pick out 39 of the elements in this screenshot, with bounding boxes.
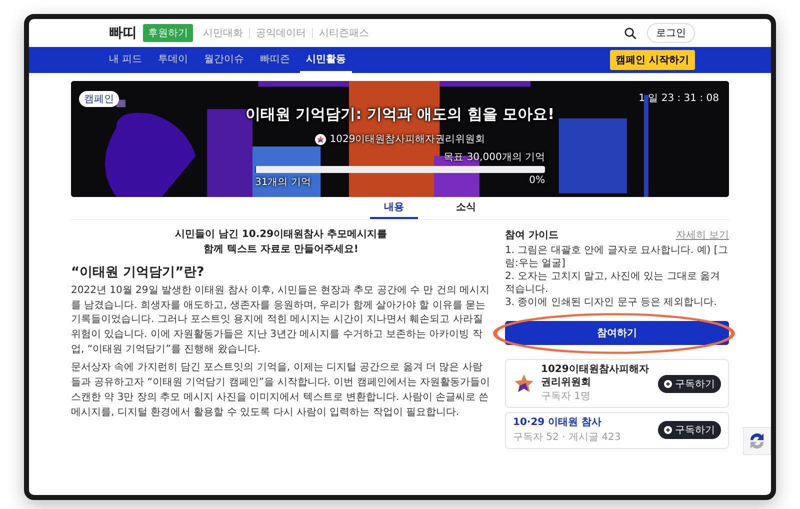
subscribe-button[interactable]: 구독하기 (658, 374, 721, 392)
article-paragraph: 2022년 10월 29일 발생한 이태원 참사 이후, 시민들은 현장과 추모 공간에 수 만 건의 메시지를 남겼습니다. 희생자를 애도하고, 생존자를 응원하며, 우리가 함께 살아가야 할 이유를 묻는 기록들이었습니다. 그러나 포스트잇 용지에 적힌 메시지는 시간이 지나면서 훼손되고 사라질 위험이 있습니다. 이에 자원활동가들은 지난 3년간 메시지를 수거하고 보존하는 아카이빙 작업, “이태원 기억담기”를 진행해 왔습니다. (71, 284, 491, 357)
content-tab[interactable]: 내용 (370, 197, 418, 219)
channel-name: 10·29 이태원 참사 (513, 417, 603, 430)
star-logo-icon (314, 134, 326, 144)
channel-name: 1029이태원참사피해자권리위원회 (541, 364, 650, 389)
guide-item: 3. 종이에 인쇄된 디자인 문구 등은 제외합니다. (505, 296, 718, 309)
intro-text: 시민들이 남긴 10.29이태원참사 추모메시지를 (174, 228, 388, 242)
nav-tab[interactable]: 투데이 (152, 47, 194, 73)
nav-tab[interactable]: 내 피드 (103, 47, 148, 73)
channel-meta: 구독자 52 · 게시글 423 (513, 430, 622, 444)
channel-card[interactable]: 1029이태원참사피해자권리위원회 구독자 1명 구독하기 (505, 359, 729, 408)
start-campaign-button[interactable]: 캠페인 시작하기 (610, 50, 695, 70)
intro-text: 함께 텍스트 자료로 만들어주세요! (202, 242, 360, 256)
star-logo-icon (513, 372, 535, 394)
site-logo[interactable]: 빠띠 (109, 24, 137, 42)
login-button[interactable]: 로그인 (647, 23, 695, 43)
article-heading: “이태원 기억담기”란? (71, 264, 206, 281)
guide-item: 1. 그림은 대괄호 안에 글자로 묘사합니다. 예) [그림:우는 얼굴] (505, 244, 729, 270)
guide-title: 참여 가이드 (505, 229, 558, 242)
plus-icon (664, 380, 672, 388)
recaptcha-icon[interactable] (743, 427, 771, 455)
nav-tab[interactable]: 빠띠즌 (254, 47, 296, 73)
subscribe-button[interactable]: 구독하기 (658, 421, 721, 440)
content-tab[interactable]: 소식 (442, 197, 490, 219)
channel-meta: 구독자 1명 (541, 390, 592, 403)
article-paragraph: 문서상자 속에 가지런히 담긴 포스트잇의 기억을, 이제는 디지털 공간으로 옮겨 더 많은 사람들과 공유하고자 “이태원 기억담기 캠페인”을 시작합니다. 이번 캠페인에서는 자원활동가들이 스캔한 약 3만 장의 추모 메시지 사진을 이미지에서 텍스트로 변환합니다. 사람이 손글씨로 쓴 메시지를, 디지털 환경에서 활용할 수 있도록 다시 사람이 입력하는 작업이 필요합니다. (71, 361, 491, 420)
nav-tab[interactable]: 월간이슈 (198, 47, 250, 73)
nav-tab[interactable]: 시민활동 (300, 47, 352, 73)
join-button[interactable]: 참여하기 (505, 321, 729, 345)
memory-count: 31개의 기억 (255, 176, 311, 189)
more-link[interactable]: 자세히 보기 (676, 228, 729, 242)
progress-percent: 0% (529, 175, 545, 188)
countdown-timer: 1 일 23 : 31 : 08 (638, 92, 719, 105)
search-icon[interactable] (624, 26, 637, 40)
plus-icon (664, 426, 672, 434)
channel-card[interactable]: 10·29 이태원 참사 구독자 52 · 게시글 423 구독하기 (505, 412, 729, 448)
guide-item: 2. 오자는 고치지 말고, 사진에 있는 그대로 옮겨 적습니다. (505, 270, 721, 296)
campaign-badge: 캠페인 (79, 91, 119, 107)
